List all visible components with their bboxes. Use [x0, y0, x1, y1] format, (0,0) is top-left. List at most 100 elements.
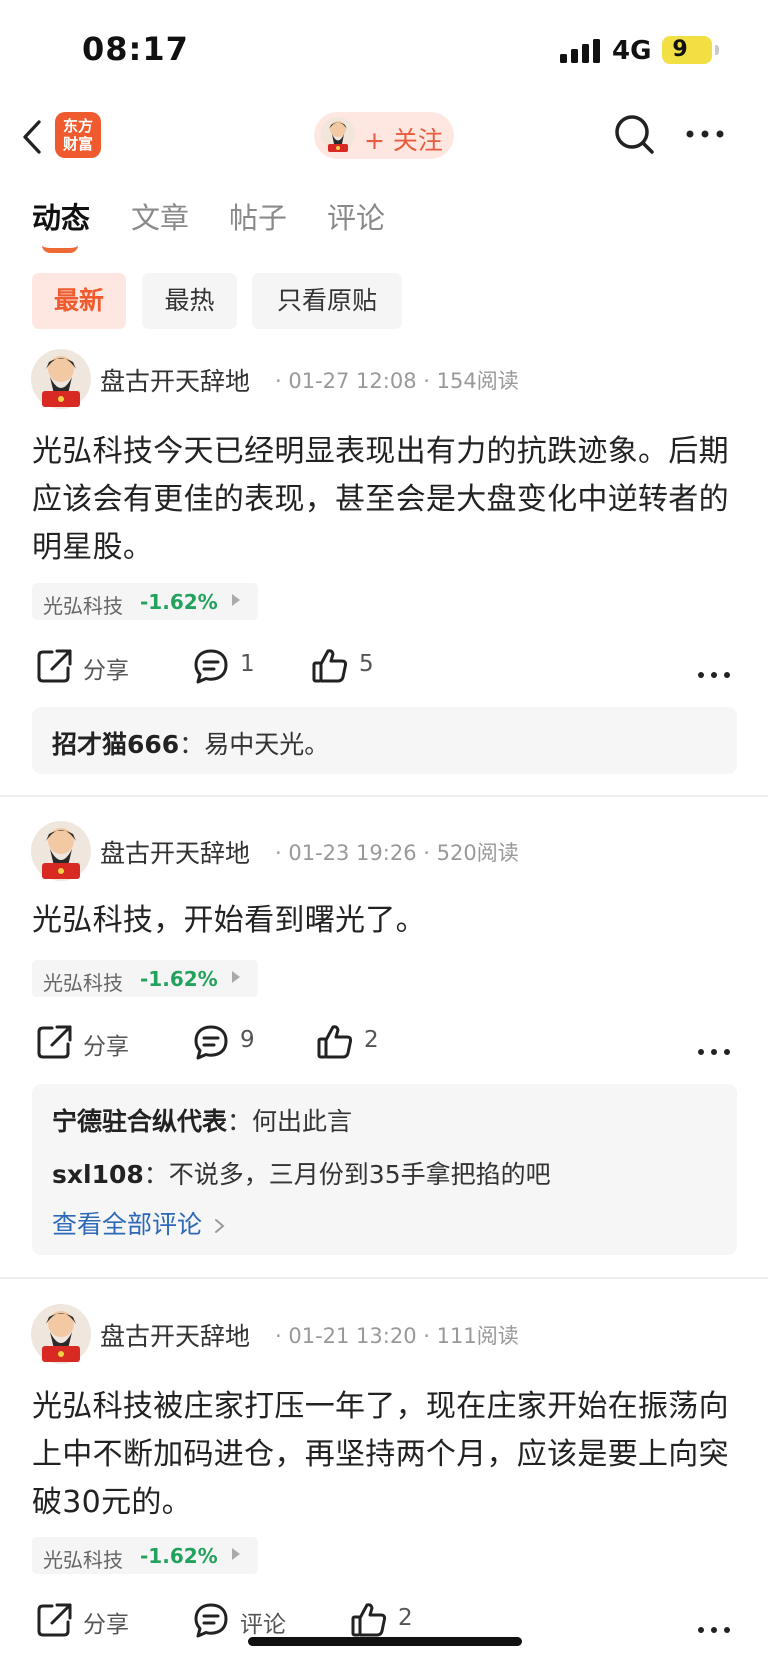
chevron-right-icon: [214, 1219, 225, 1233]
post-more-icon[interactable]: [694, 1620, 734, 1640]
share-label: 分享: [83, 1612, 129, 1638]
logo-line-2: 财富: [62, 135, 93, 153]
reply-user[interactable]: sxl108: [52, 1160, 144, 1189]
share-button[interactable]: 分享: [35, 1601, 145, 1641]
stock-change: -1.62%: [140, 967, 218, 991]
thumbs-up-icon: [312, 649, 348, 683]
tab-articles[interactable]: 文章: [131, 195, 189, 237]
comment-button[interactable]: 9: [192, 1023, 262, 1063]
share-icon: [37, 1025, 72, 1059]
reply-text: 何出此言: [252, 1107, 353, 1136]
post-time: 01-23 19:26: [288, 841, 417, 865]
post-content[interactable]: 光弘科技被庄家打压一年了，现在庄家开始在振荡向上中不断加码进仓，再坚持两个月，应…: [32, 1383, 740, 1527]
author-name[interactable]: 盘古开天辞地: [100, 362, 250, 398]
post-more-icon[interactable]: [694, 665, 734, 685]
signal-icon: [560, 39, 600, 63]
view-all-label: 查看全部评论: [52, 1210, 203, 1239]
tab-dynamic[interactable]: 动态: [32, 195, 90, 237]
battery-cap: [715, 45, 719, 55]
follow-button[interactable]: + 关注: [314, 112, 454, 159]
author-avatar[interactable]: [31, 1304, 91, 1364]
stock-name: 光弘科技: [43, 971, 123, 995]
reply-text: 易中天光。: [204, 730, 330, 759]
reply-user[interactable]: 宁德驻合纵代表: [52, 1107, 227, 1136]
stock-tag[interactable]: 光弘科技 -1.62%: [32, 1537, 258, 1574]
post-reads: 520阅读: [436, 841, 519, 865]
battery-indicator: 9: [662, 36, 719, 64]
like-count: 2: [398, 1605, 413, 1631]
status-bar: 08:17 4G 9: [0, 0, 768, 100]
triangle-right-icon: [232, 1548, 240, 1560]
reply-line: 招才猫666：易中天光。: [52, 730, 330, 759]
comment-label: 评论: [240, 1612, 286, 1638]
post-meta: · 01-27 12:08 · 154阅读: [275, 369, 519, 393]
like-count: 2: [364, 1027, 379, 1053]
content-tabs: 动态 文章 帖子 评论: [0, 195, 768, 255]
view-all-comments-link[interactable]: 查看全部评论: [52, 1205, 226, 1241]
stock-name: 光弘科技: [43, 1548, 123, 1572]
author-avatar[interactable]: [31, 349, 91, 409]
filter-latest[interactable]: 最新: [32, 273, 126, 329]
home-indicator[interactable]: [248, 1637, 522, 1646]
comment-button[interactable]: 评论: [192, 1601, 292, 1641]
more-icon[interactable]: [683, 122, 727, 146]
post-separator: [0, 795, 768, 797]
triangle-right-icon: [232, 971, 240, 983]
comment-count: 1: [240, 651, 255, 677]
stock-tag[interactable]: 光弘科技 -1.62%: [32, 960, 258, 997]
stock-change: -1.62%: [140, 590, 218, 614]
author-name[interactable]: 盘古开天辞地: [100, 834, 250, 870]
post-separator: [0, 1277, 768, 1279]
search-icon[interactable]: [612, 112, 658, 158]
reply-text: 不说多，三月份到35手拿把掐的吧: [168, 1160, 551, 1189]
filter-original-only[interactable]: 只看原贴: [252, 273, 402, 329]
reply-user[interactable]: 招才猫666: [52, 730, 179, 759]
profile-avatar: [321, 117, 355, 152]
share-icon: [37, 649, 72, 683]
like-button[interactable]: 5: [311, 647, 381, 687]
thumbs-up-icon: [351, 1603, 387, 1637]
stock-name: 光弘科技: [43, 594, 123, 618]
post-reads: 154阅读: [436, 369, 519, 393]
post-more-icon[interactable]: [694, 1042, 734, 1062]
comment-icon: [194, 649, 228, 684]
like-button[interactable]: 2: [350, 1601, 420, 1641]
back-icon[interactable]: [18, 117, 44, 157]
comment-button[interactable]: 1: [192, 647, 262, 687]
share-button[interactable]: 分享: [35, 1023, 145, 1063]
app-logo[interactable]: 东方 财富: [55, 112, 101, 158]
follow-label: + 关注: [364, 126, 443, 155]
author-name[interactable]: 盘古开天辞地: [100, 1317, 250, 1353]
network-type: 4G: [612, 36, 652, 66]
comment-count: 9: [240, 1027, 255, 1053]
like-button[interactable]: 2: [316, 1023, 386, 1063]
author-avatar[interactable]: [31, 821, 91, 881]
post-meta: · 01-23 19:26 · 520阅读: [275, 841, 519, 865]
battery-level: 9: [672, 37, 688, 62]
share-label: 分享: [83, 1034, 129, 1060]
share-icon: [37, 1603, 72, 1637]
tab-active-indicator: [42, 245, 78, 253]
stock-change: -1.62%: [140, 1544, 218, 1568]
reply-line: 宁德驻合纵代表：何出此言: [52, 1107, 353, 1136]
comment-preview[interactable]: 招才猫666：易中天光。: [32, 707, 737, 774]
post-time: 01-27 12:08: [288, 369, 417, 393]
comment-preview[interactable]: 宁德驻合纵代表：何出此言 sxl108：不说多，三月份到35手拿把掐的吧 查看全…: [32, 1084, 737, 1255]
tab-comments[interactable]: 评论: [327, 195, 385, 237]
comment-icon: [194, 1603, 228, 1638]
post-meta: · 01-21 13:20 · 111阅读: [275, 1324, 519, 1348]
logo-line-1: 东方: [62, 117, 93, 135]
post-time: 01-21 13:20: [288, 1324, 417, 1348]
like-count: 5: [359, 651, 374, 677]
post-reads: 111阅读: [436, 1324, 519, 1348]
post-content[interactable]: 光弘科技今天已经明显表现出有力的抗跌迹象。后期应该会有更佳的表现，甚至会是大盘变…: [32, 428, 740, 572]
share-button[interactable]: 分享: [35, 647, 145, 687]
post-content[interactable]: 光弘科技，开始看到曙光了。: [32, 897, 740, 945]
filter-hot[interactable]: 最热: [142, 273, 237, 329]
tab-posts[interactable]: 帖子: [229, 195, 287, 237]
thumbs-up-icon: [317, 1025, 353, 1059]
stock-tag[interactable]: 光弘科技 -1.62%: [32, 583, 258, 620]
status-time: 08:17: [82, 30, 189, 68]
triangle-right-icon: [232, 594, 240, 606]
reply-line: sxl108：不说多，三月份到35手拿把掐的吧: [52, 1160, 551, 1189]
